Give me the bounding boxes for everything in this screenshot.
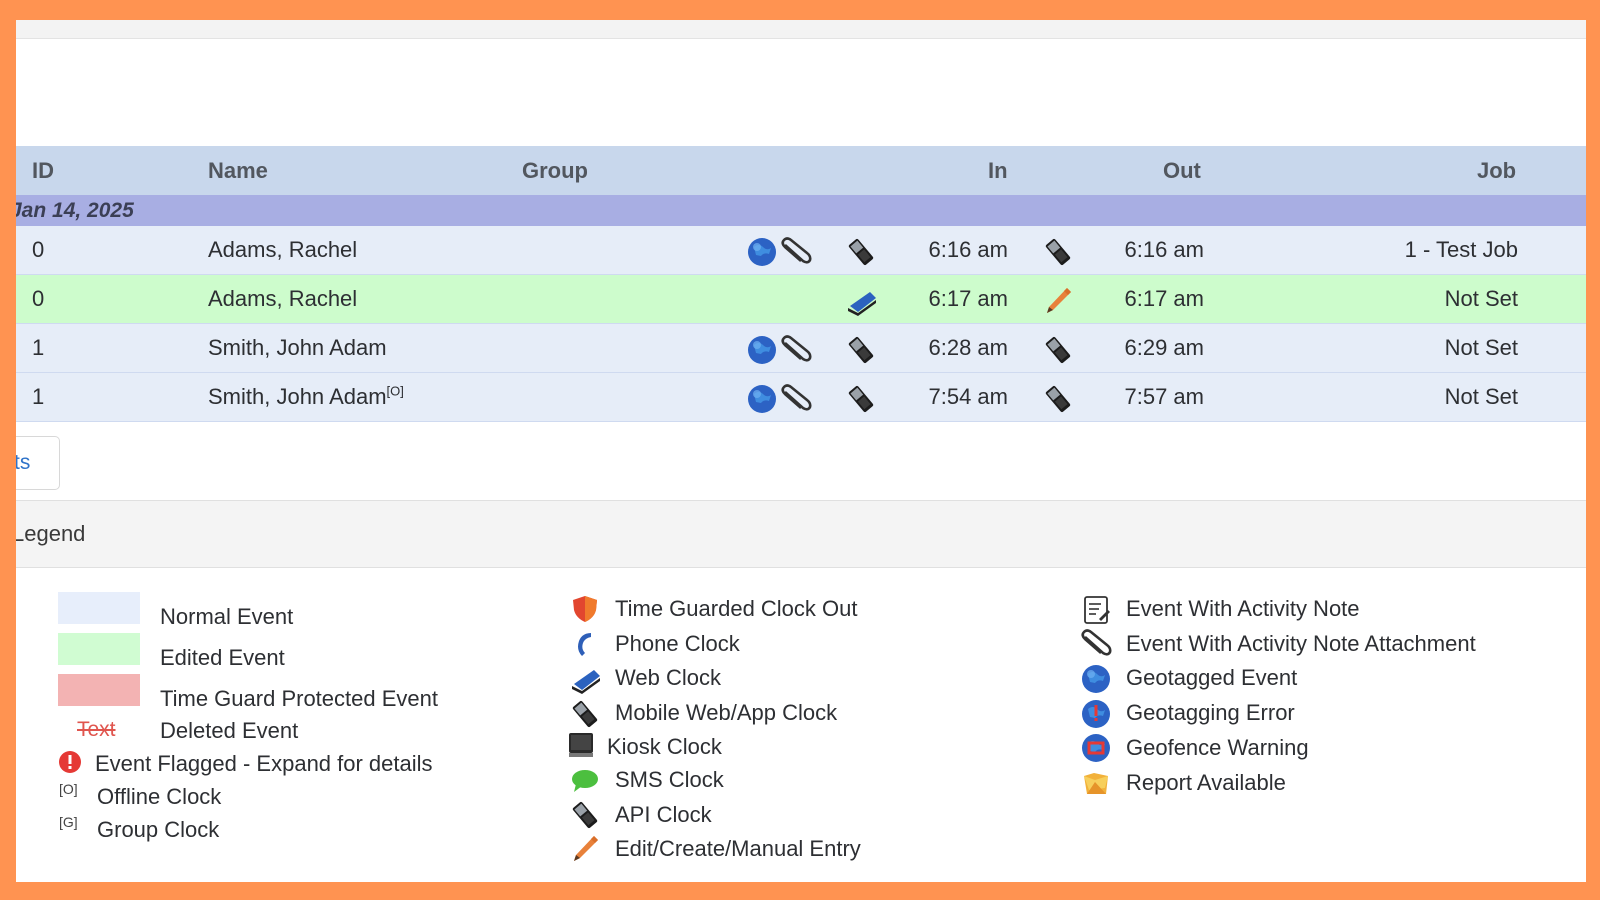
kiosk-icon [568,732,594,758]
cell-name: Adams, Rachel [208,237,358,262]
geotag-error-icon [1081,699,1111,729]
legend-manual-entry: Edit/Create/Manual Entry [615,836,861,861]
manual-entry-icon [1043,286,1073,316]
legend-header[interactable]: Legend [16,500,1586,568]
mobile-clock-icon [570,699,600,729]
mobile-clock-icon [1043,384,1073,414]
legend-edited-event: Edited Event [160,645,285,670]
table-row[interactable]: 0 Adams, Rachel 6:16 am 6:16 am 1 - Test… [16,226,1586,275]
shield-icon [570,594,600,624]
activity-note-icon [1082,595,1112,625]
edited-event-swatch [58,633,140,665]
cell-id: 0 [32,286,45,311]
legend-sms-clock: SMS Clock [615,767,724,792]
mobile-clock-icon [846,384,876,414]
legend-mobile-clock: Mobile Web/App Clock [615,700,838,725]
offline-marker: [O] [386,383,404,399]
api-clock-icon [570,800,600,830]
cell-in: 6:16 am [928,237,1009,262]
flag-icon [58,750,82,774]
column-header-out[interactable]: Out [1163,146,1201,195]
group-marker: [G] [59,814,78,830]
timesheet-panel: ID Name Group In Out Job Jan 14, 2025 0 … [16,20,1586,882]
cell-job: Not Set [1444,335,1518,360]
cell-out: 6:16 am [1124,237,1205,262]
legend-group-clock: Group Clock [97,817,220,842]
geotagged-icon[interactable] [747,335,777,365]
legend-offline-clock: Offline Clock [97,784,222,809]
cell-job: Not Set [1444,384,1518,409]
manual-entry-icon [570,834,600,864]
normal-event-swatch [58,592,140,624]
cell-out: 6:29 am [1124,335,1205,360]
top-strip [16,20,1586,39]
attachment-icon[interactable] [779,335,812,365]
cell-id: 0 [32,237,45,262]
web-clock-icon [846,286,876,316]
cell-id: 1 [32,335,45,360]
legend-time-guarded-clock-out: Time Guarded Clock Out [615,596,858,621]
mobile-clock-icon [1043,335,1073,365]
column-header-in[interactable]: In [988,146,1008,195]
events-tab-button[interactable]: ts [16,436,60,490]
legend-geofence-warning: Geofence Warning [1126,735,1309,760]
legend-kiosk-clock: Kiosk Clock [607,734,722,759]
column-header-name[interactable]: Name [208,146,268,195]
geotagged-icon[interactable] [747,237,777,267]
cell-in: 6:28 am [928,335,1009,360]
date-group-label: Jan 14, 2025 [16,199,134,222]
cell-job: 1 - Test Job [1404,237,1518,262]
geotagged-icon [1081,664,1111,694]
legend-activity-note: Event With Activity Note [1126,596,1360,621]
time-guard-swatch [58,674,140,706]
mobile-clock-icon [846,237,876,267]
legend-activity-note-attachment: Event With Activity Note Attachment [1126,631,1476,656]
legend-geotagging-error: Geotagging Error [1126,700,1295,725]
cell-job: Not Set [1444,286,1518,311]
column-header-group[interactable]: Group [522,146,588,195]
offline-marker: [O] [59,781,78,797]
table-row[interactable]: 1 Smith, John Adam[O] 7:54 am 7:57 am No… [16,373,1586,422]
report-icon [1081,768,1111,798]
cell-name: Adams, Rachel [208,286,358,311]
column-header-job[interactable]: Job [1477,146,1516,195]
deleted-text-sample: Text [77,718,116,741]
legend-geotagged-event: Geotagged Event [1126,665,1298,690]
date-group-row: Jan 14, 2025 [16,195,1586,226]
cell-out: 6:17 am [1124,286,1205,311]
cell-in: 7:54 am [928,384,1009,409]
cell-in: 6:17 am [928,286,1009,311]
cell-name-text: Smith, John Adam [208,384,387,409]
cell-id: 1 [32,384,45,409]
geofence-warning-icon [1081,733,1111,763]
sms-icon [570,766,600,796]
legend-api-clock: API Clock [615,802,712,827]
attachment-icon[interactable] [779,384,812,414]
legend-time-guard-event: Time Guard Protected Event [160,686,438,711]
table-row[interactable]: 1 Smith, John Adam 6:28 am 6:29 am Not S… [16,324,1586,373]
table-header: ID Name Group In Out Job [16,146,1586,195]
web-clock-icon [570,664,600,694]
cell-name: Smith, John Adam[O] [208,373,404,421]
mobile-clock-icon [1043,237,1073,267]
attachment-icon [1079,629,1112,659]
legend-web-clock: Web Clock [615,665,721,690]
attachment-icon[interactable] [779,237,812,267]
phone-icon [570,629,600,659]
table-row[interactable]: 0 Adams, Rachel 6:17 am 6:17 am Not Set [16,275,1586,324]
legend-deleted-event: Deleted Event [160,718,299,743]
column-header-id[interactable]: ID [32,146,54,195]
legend-normal-event: Normal Event [160,604,294,629]
cell-out: 7:57 am [1124,384,1205,409]
mobile-clock-icon [846,335,876,365]
geotagged-icon[interactable] [747,384,777,414]
events-tab-label: ts [16,451,31,474]
cell-name: Smith, John Adam [208,335,387,360]
legend-flagged-event: Event Flagged - Expand for details [95,751,433,776]
legend-title: Legend [16,521,86,546]
legend-phone-clock: Phone Clock [615,631,740,656]
legend-report-available: Report Available [1126,770,1286,795]
